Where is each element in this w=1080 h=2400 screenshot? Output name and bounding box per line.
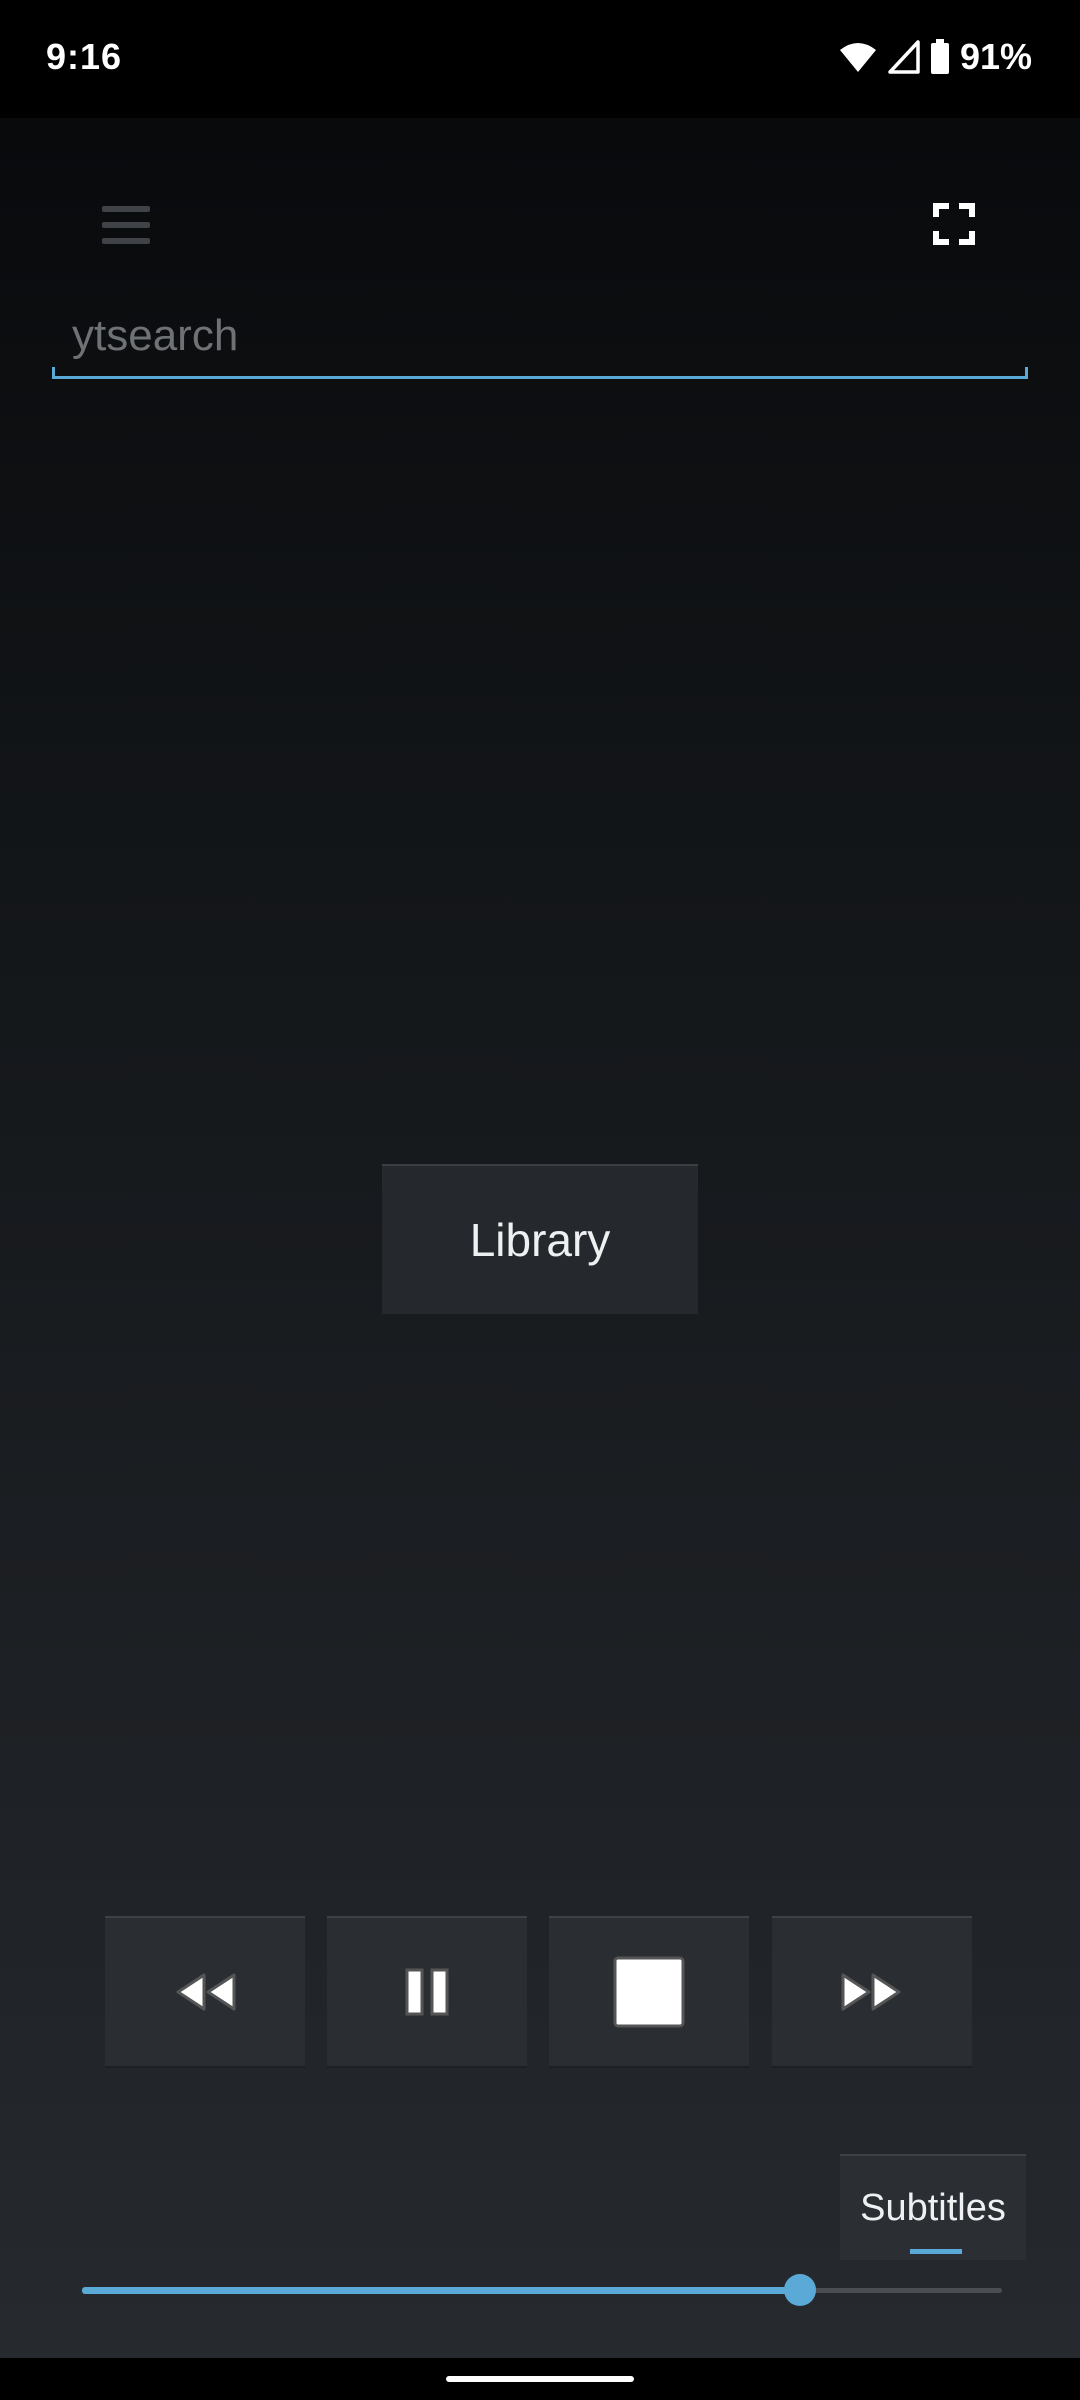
status-bar: 9:16 91% (0, 0, 1080, 118)
search-input[interactable] (70, 304, 1014, 368)
fullscreen-icon (933, 203, 975, 245)
subtitles-label: Subtitles (860, 2186, 1006, 2229)
library-button-label: Library (469, 1214, 611, 1266)
subtitles-active-indicator (910, 2249, 962, 2254)
navigation-bar (0, 2358, 1080, 2400)
library-button[interactable]: Library (382, 1164, 698, 1316)
search-field[interactable] (52, 298, 1028, 379)
status-icons: 91% (838, 36, 1032, 78)
fast-forward-icon (841, 1973, 901, 2011)
subtitles-button[interactable]: Subtitles (840, 2154, 1026, 2260)
app-window: 9:16 91% ytsearch Library Subtitles (0, 0, 1080, 2358)
rewind-button[interactable] (105, 1916, 305, 2068)
seek-thumb[interactable] (783, 2274, 816, 2306)
seek-progress (82, 2287, 800, 2294)
stop-button[interactable] (549, 1916, 749, 2068)
menu-button[interactable] (96, 196, 158, 250)
fullscreen-button[interactable] (922, 196, 986, 252)
battery-percent: 91% (959, 36, 1032, 77)
cell-signal-icon (888, 40, 920, 74)
status-time: 9:16 (46, 36, 123, 77)
seekbar[interactable] (82, 2274, 1002, 2306)
pause-icon (405, 1968, 449, 2016)
pause-button[interactable] (327, 1916, 527, 2068)
stop-icon (613, 1956, 685, 2028)
rewind-icon (176, 1973, 236, 2011)
home-gesture-handle[interactable] (446, 2376, 634, 2382)
fast-forward-button[interactable] (772, 1916, 972, 2068)
wifi-icon (839, 43, 876, 72)
battery-icon (930, 39, 949, 74)
